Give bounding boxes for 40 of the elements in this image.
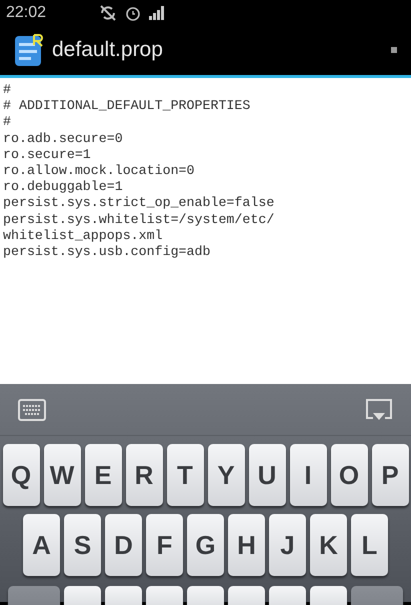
keyboard-key[interactable]: R: [126, 444, 162, 506]
code-line: persist.sys.whitelist=/system/etc/: [3, 212, 276, 228]
keyboard-key[interactable]: W: [44, 444, 80, 506]
keyboard-key[interactable]: S: [64, 514, 101, 576]
keyboard-key[interactable]: P: [372, 444, 408, 506]
code-line: persist.sys.usb.config=adb: [3, 244, 212, 260]
text-editor[interactable]: [0, 78, 411, 384]
keyboard-key[interactable]: D: [105, 514, 142, 576]
keyboard-key[interactable]: Q: [2, 444, 40, 506]
keyboard-key[interactable]: L: [351, 514, 388, 576]
code-line: # ADDITIONAL_DEFAULT_PROPERTIES: [3, 98, 252, 114]
code-line: persist.sys.strict_op_enable=false: [3, 195, 276, 212]
keyboard-key[interactable]: K: [310, 514, 347, 576]
clock-time: 22:02: [6, 2, 46, 22]
signal-icon: [149, 6, 165, 20]
keyboard-key[interactable]: J: [269, 514, 306, 576]
hide-keyboard-icon[interactable]: [365, 398, 393, 420]
code-line: #: [3, 82, 12, 98]
keyboard-key[interactable]: A: [23, 514, 60, 576]
keyboard-key[interactable]: F: [146, 514, 183, 576]
code-line: ro.adb.secure=0: [3, 130, 124, 147]
keyboard-key[interactable]: E: [84, 444, 122, 506]
keyboard-key[interactable]: I: [290, 444, 326, 506]
keyboard-key[interactable]: U: [248, 444, 286, 506]
app-icon: [14, 33, 44, 67]
keyboard-key[interactable]: O: [330, 444, 368, 506]
overflow-menu-icon[interactable]: [391, 47, 397, 53]
file-title: default.prop: [52, 37, 163, 64]
keyboard-key[interactable]: H: [228, 514, 265, 576]
keyboard-key[interactable]: G: [187, 514, 224, 576]
keyboard-key[interactable]: Y: [208, 444, 244, 506]
code-line: ro.allow.mock.location=0: [3, 163, 196, 180]
alarm-icon: [125, 4, 141, 20]
code-line: #: [3, 114, 12, 131]
code-line: ro.secure=1: [3, 146, 92, 164]
keyboard-icon[interactable]: [18, 398, 46, 420]
keyboard-key[interactable]: T: [166, 444, 204, 506]
code-line: whitelist_appops.xml: [3, 228, 164, 244]
code-line: ro.debuggable=1: [3, 179, 124, 196]
sync-off-icon: [99, 4, 117, 20]
